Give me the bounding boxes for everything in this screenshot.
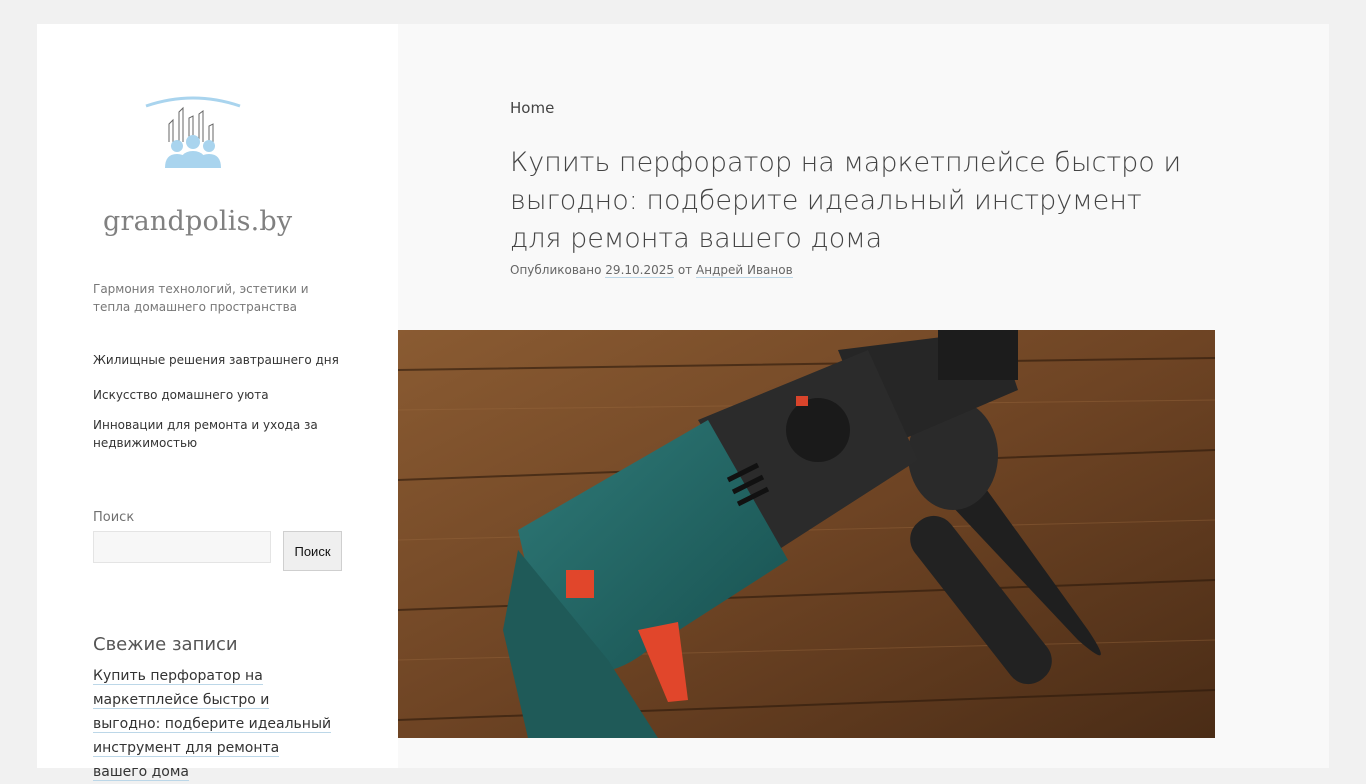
search-input[interactable] xyxy=(93,531,271,563)
by-label: от xyxy=(677,263,693,277)
site-name[interactable]: grandpolis.by xyxy=(103,206,292,237)
menu-item-label[interactable]: Инновации для ремонта и ухода за недвижи… xyxy=(93,418,318,450)
recent-post-item: Купить перфоратор на маркетплейсе быстро… xyxy=(93,664,333,784)
recent-posts-title: Свежие записи xyxy=(93,633,238,655)
author-link[interactable]: Андрей Иванов xyxy=(696,263,793,278)
site-logo[interactable]: grandpolis.by xyxy=(93,96,293,256)
logo-icon xyxy=(145,96,241,168)
menu-item-comfort[interactable]: Искусство домашнего уюта xyxy=(93,386,343,404)
page-title: Купить перфоратор на маркетплейсе быстро… xyxy=(510,147,1182,254)
menu-item-label[interactable]: Искусство домашнего уюта xyxy=(93,388,269,402)
published-label: Опубликовано xyxy=(510,263,602,277)
search-button[interactable]: Поиск xyxy=(283,531,342,571)
menu-item-housing[interactable]: Жилищные решения завтрашнего дня xyxy=(93,351,343,369)
post-date-link[interactable]: 29.10.2025 xyxy=(605,263,675,278)
breadcrumb[interactable]: Home xyxy=(510,99,554,117)
featured-image xyxy=(398,330,1215,738)
hammer-drill-image xyxy=(398,330,1215,738)
post-meta: Опубликовано 29.10.2025 от Андрей Иванов xyxy=(510,263,793,278)
primary-menu: Жилищные решения завтрашнего дня Искусст… xyxy=(93,351,343,452)
recent-post-link[interactable]: Купить перфоратор на маркетплейсе быстро… xyxy=(93,668,332,781)
page-container: grandpolis.by Гармония технологий, эстет… xyxy=(37,24,1329,781)
search-label: Поиск xyxy=(93,510,135,525)
menu-item-innovations[interactable]: Инновации для ремонта и ухода за недвижи… xyxy=(93,416,343,452)
sidebar: grandpolis.by Гармония технологий, эстет… xyxy=(37,24,398,781)
main-content: Home Купить перфоратор на маркетплейсе б… xyxy=(398,24,1329,768)
site-tagline: Гармония технологий, эстетики и тепла до… xyxy=(93,282,309,314)
menu-item-label[interactable]: Жилищные решения завтрашнего дня xyxy=(93,353,339,367)
